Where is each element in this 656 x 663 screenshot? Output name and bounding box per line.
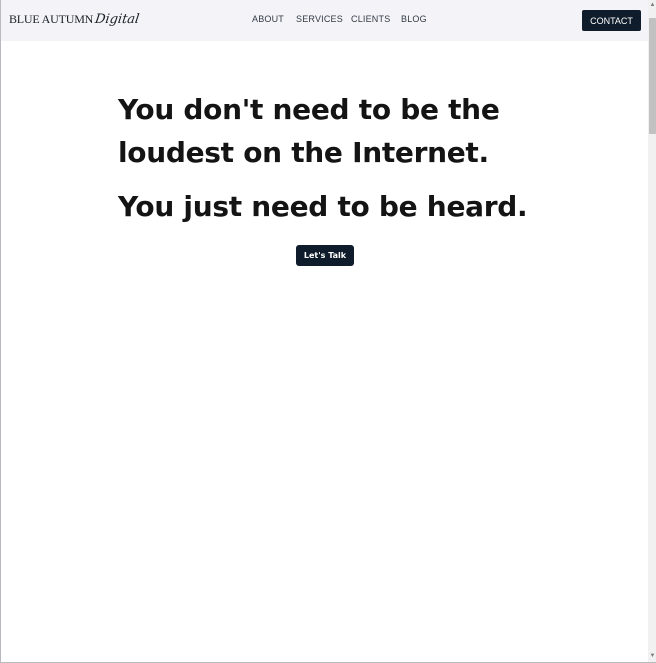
page-frame: BLUE AUTUMN Digital ABOUT SERVICES CLIEN… [0,0,656,663]
site-header: BLUE AUTUMN Digital ABOUT SERVICES CLIEN… [1,0,648,41]
logo-script-word: Digital [94,12,141,27]
nav-link-clients[interactable]: CLIENTS [351,14,390,24]
nav-link-about[interactable]: ABOUT [252,14,284,24]
contact-button[interactable]: CONTACT [582,10,641,31]
scrollbar-thumb[interactable] [649,18,656,134]
site-logo[interactable]: BLUE AUTUMN Digital [9,12,141,30]
hero-headline-line-2: loudest on the Internet. [118,136,489,169]
scroll-up-arrow-icon[interactable]: ▲ [649,2,656,9]
nav-link-blog[interactable]: BLOG [401,14,427,24]
scroll-down-arrow-icon[interactable]: ▼ [649,653,656,660]
hero-headline-line-1: You don't need to be the [118,93,500,126]
logo-wordmark: BLUE AUTUMN [9,12,94,26]
lets-talk-button[interactable]: Let's Talk [296,245,354,266]
hero-section: You don't need to be the loudest on the … [118,88,538,228]
hero-subheadline: You just need to be heard. [118,190,528,223]
vertical-scrollbar[interactable]: ▲ ▼ [648,0,656,662]
nav-link-services[interactable]: SERVICES [296,14,343,24]
